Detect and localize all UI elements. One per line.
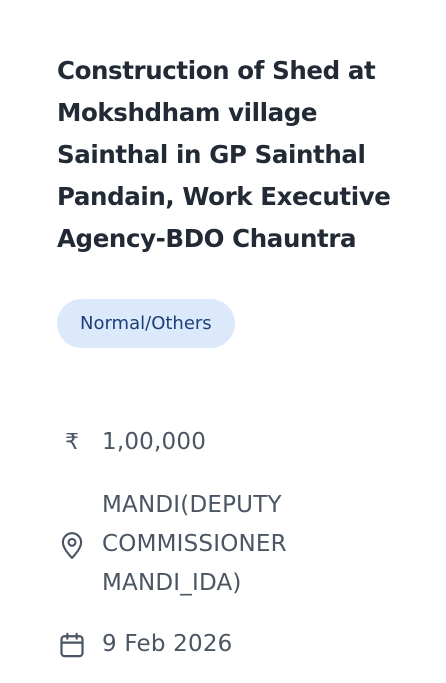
tender-location: MANDI(DEPUTY COMMISSIONER MANDI_IDA) xyxy=(102,486,382,603)
location-line: COMMISSIONER xyxy=(102,531,287,557)
date-row: 9 Feb 2026 xyxy=(57,625,233,664)
location-pin-icon xyxy=(57,530,87,560)
rupee-icon: ₹ xyxy=(65,430,79,455)
tender-amount: 1,00,000 xyxy=(102,429,207,455)
location-line: MANDI(DEPUTY xyxy=(102,492,282,518)
category-badge: Normal/Others xyxy=(57,299,235,348)
amount-row: ₹ 1,00,000 xyxy=(57,423,206,462)
tender-title: Construction of Shed at Mokshdham villag… xyxy=(57,56,391,253)
location-row: MANDI(DEPUTY COMMISSIONER MANDI_IDA) xyxy=(57,486,382,603)
calendar-icon xyxy=(57,630,87,660)
tender-date: 9 Feb 2026 xyxy=(102,631,233,657)
category-badge-label: Normal/Others xyxy=(80,313,212,334)
location-line: MANDI_IDA) xyxy=(102,570,242,596)
tender-card[interactable]: Construction of Shed at Mokshdham villag… xyxy=(0,0,446,683)
